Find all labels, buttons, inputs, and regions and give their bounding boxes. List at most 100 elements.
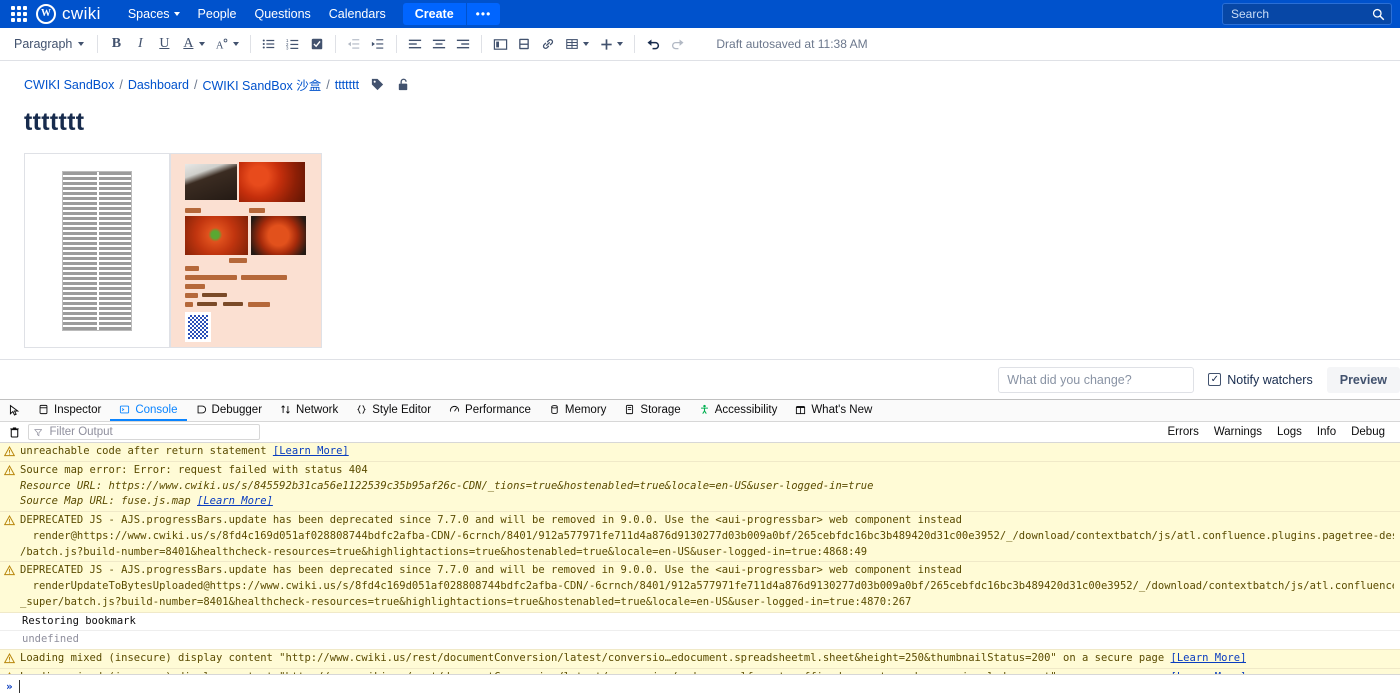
insert-image-button[interactable] [513, 33, 535, 55]
console-message[interactable]: DEPRECATED JS - AJS.progressBars.update … [0, 512, 1400, 563]
text-highlight-icon[interactable]: A [211, 33, 233, 55]
insert-table-picker[interactable] [561, 33, 593, 55]
console-input-caret[interactable] [18, 680, 20, 693]
console-message[interactable]: unreachable code after return statement … [0, 443, 1400, 462]
page-title[interactable]: ttttttt [24, 108, 1376, 137]
nav-item-spaces[interactable]: Spaces [119, 3, 189, 25]
top-navigation-bar: W cwiki Spaces People Questions Calendar… [0, 0, 1400, 28]
devtools-tab-performance[interactable]: Performance [440, 400, 540, 421]
devtools-tab-network[interactable]: Network [271, 400, 347, 421]
preview-button[interactable]: Preview [1326, 366, 1400, 393]
devtools-tab-performance-label: Performance [465, 403, 531, 416]
task-list-button[interactable] [306, 33, 328, 55]
italic-button[interactable]: I [129, 33, 151, 55]
search-icon[interactable] [1372, 8, 1385, 21]
chevron-down-icon[interactable] [233, 42, 240, 46]
devtools-tab-debugger[interactable]: Debugger [187, 400, 272, 421]
console-filter-input[interactable] [47, 425, 254, 439]
console-prompt-chevron: » [6, 680, 13, 693]
notify-watchers-toggle[interactable]: ✓ Notify watchers [1208, 373, 1313, 387]
chevron-down-icon[interactable] [617, 42, 624, 46]
insert-more-picker[interactable] [595, 33, 627, 55]
breadcrumb-item-1[interactable]: Dashboard [128, 78, 189, 92]
console-message-text: Loading mixed (insecure) display content… [20, 652, 1247, 664]
breadcrumb-item-2[interactable]: CWIKI SandBox 沙盒 [202, 75, 321, 94]
bold-button[interactable]: B [105, 33, 127, 55]
console-message[interactable]: Restoring bookmark [0, 612, 1400, 632]
align-center-button[interactable] [428, 33, 450, 55]
console-output-list[interactable]: unreachable code after return statement … [0, 443, 1400, 674]
console-message[interactable]: Loading mixed (insecure) display content… [0, 650, 1400, 669]
paragraph-style-select[interactable]: Paragraph [8, 34, 90, 54]
filter-pill-info[interactable]: Info [1310, 425, 1343, 439]
devtools-tab-whats-new[interactable]: What's New [786, 400, 881, 421]
insert-more-icon[interactable] [595, 33, 617, 55]
devtools-tab-accessibility-label: Accessibility [714, 403, 778, 416]
create-button[interactable]: Create [402, 3, 466, 25]
nav-item-people[interactable]: People [189, 3, 246, 25]
notify-watchers-checkbox[interactable]: ✓ [1208, 373, 1222, 386]
text-color-icon[interactable]: A [177, 33, 199, 55]
console-message-text: undefined [22, 633, 79, 646]
devtools-tab-style-editor[interactable]: Style Editor [347, 400, 440, 421]
search-box[interactable] [1222, 3, 1392, 25]
chevron-down-icon [173, 12, 180, 16]
redo-button[interactable] [666, 33, 688, 55]
insert-link-button[interactable] [537, 33, 559, 55]
app-switcher-icon[interactable] [8, 3, 30, 25]
devtools-tab-storage[interactable]: Storage [615, 400, 689, 421]
chevron-down-icon[interactable] [583, 42, 590, 46]
align-right-button[interactable] [452, 33, 474, 55]
breadcrumb-item-0[interactable]: CWIKI SandBox [24, 78, 114, 92]
attachment-spreadsheet-thumbnail[interactable] [24, 153, 170, 348]
filter-pill-errors[interactable]: Errors [1161, 425, 1206, 439]
underline-button[interactable]: U [153, 33, 175, 55]
devtools-tab-inspector-label: Inspector [54, 403, 102, 416]
text-highlight-picker[interactable]: A [211, 33, 243, 55]
devtools-tab-accessibility[interactable]: Accessibility [690, 400, 787, 421]
console-filter-box[interactable] [28, 424, 260, 440]
element-picker-icon[interactable] [0, 400, 29, 421]
align-left-button[interactable] [404, 33, 426, 55]
page-content-area: CWIKI SandBox / Dashboard / CWIKI SandBo… [0, 61, 1400, 359]
label-tag-icon[interactable] [370, 77, 385, 92]
warning-icon [4, 565, 15, 576]
console-message[interactable]: undefined [0, 631, 1400, 650]
nav-item-questions[interactable]: Questions [245, 3, 319, 25]
breadcrumb-item-3[interactable]: ttttttt [335, 78, 359, 92]
brand-name: cwiki [62, 4, 101, 23]
filter-pill-warnings[interactable]: Warnings [1207, 425, 1269, 439]
undo-button[interactable] [642, 33, 664, 55]
console-message[interactable]: Source map error: Error: request failed … [0, 461, 1400, 512]
learn-more-link[interactable]: [Learn More] [197, 495, 273, 507]
learn-more-link[interactable]: [Learn More] [1171, 652, 1247, 664]
brand-logo-link[interactable]: W cwiki [36, 4, 101, 24]
learn-more-link[interactable]: [Learn More] [1171, 671, 1247, 674]
devtools-tab-console[interactable]: Console [110, 400, 187, 421]
outdent-button[interactable] [343, 33, 365, 55]
chevron-down-icon[interactable] [199, 42, 206, 46]
indent-button[interactable] [367, 33, 389, 55]
devtools-tab-inspector[interactable]: Inspector [29, 400, 110, 421]
autosave-status: Draft autosaved at 11:38 AM [716, 37, 868, 51]
spreadsheet-preview-graphic [62, 170, 132, 331]
text-color-picker[interactable]: A [177, 33, 209, 55]
nav-item-calendars[interactable]: Calendars [320, 3, 395, 25]
bullet-list-button[interactable] [258, 33, 280, 55]
filter-pill-logs[interactable]: Logs [1270, 425, 1309, 439]
create-more-options-button[interactable]: ••• [465, 3, 501, 25]
filter-pill-debug[interactable]: Debug [1344, 425, 1392, 439]
learn-more-link[interactable]: [Learn More] [273, 445, 349, 457]
attachment-document-thumbnail[interactable] [170, 153, 322, 348]
devtools-tab-memory[interactable]: Memory [540, 400, 616, 421]
page-layout-button[interactable] [489, 33, 511, 55]
console-message[interactable]: Loading mixed (insecure) display content… [0, 668, 1400, 674]
search-input[interactable] [1229, 6, 1372, 22]
unlock-restrictions-icon[interactable] [396, 77, 411, 92]
console-input-row[interactable]: » [0, 674, 1400, 698]
numbered-list-button[interactable]: 123 [282, 33, 304, 55]
clear-console-icon[interactable] [4, 426, 24, 439]
insert-table-icon[interactable] [561, 33, 583, 55]
change-comment-input[interactable] [998, 366, 1195, 393]
console-message[interactable]: DEPRECATED JS - AJS.progressBars.update … [0, 562, 1400, 613]
